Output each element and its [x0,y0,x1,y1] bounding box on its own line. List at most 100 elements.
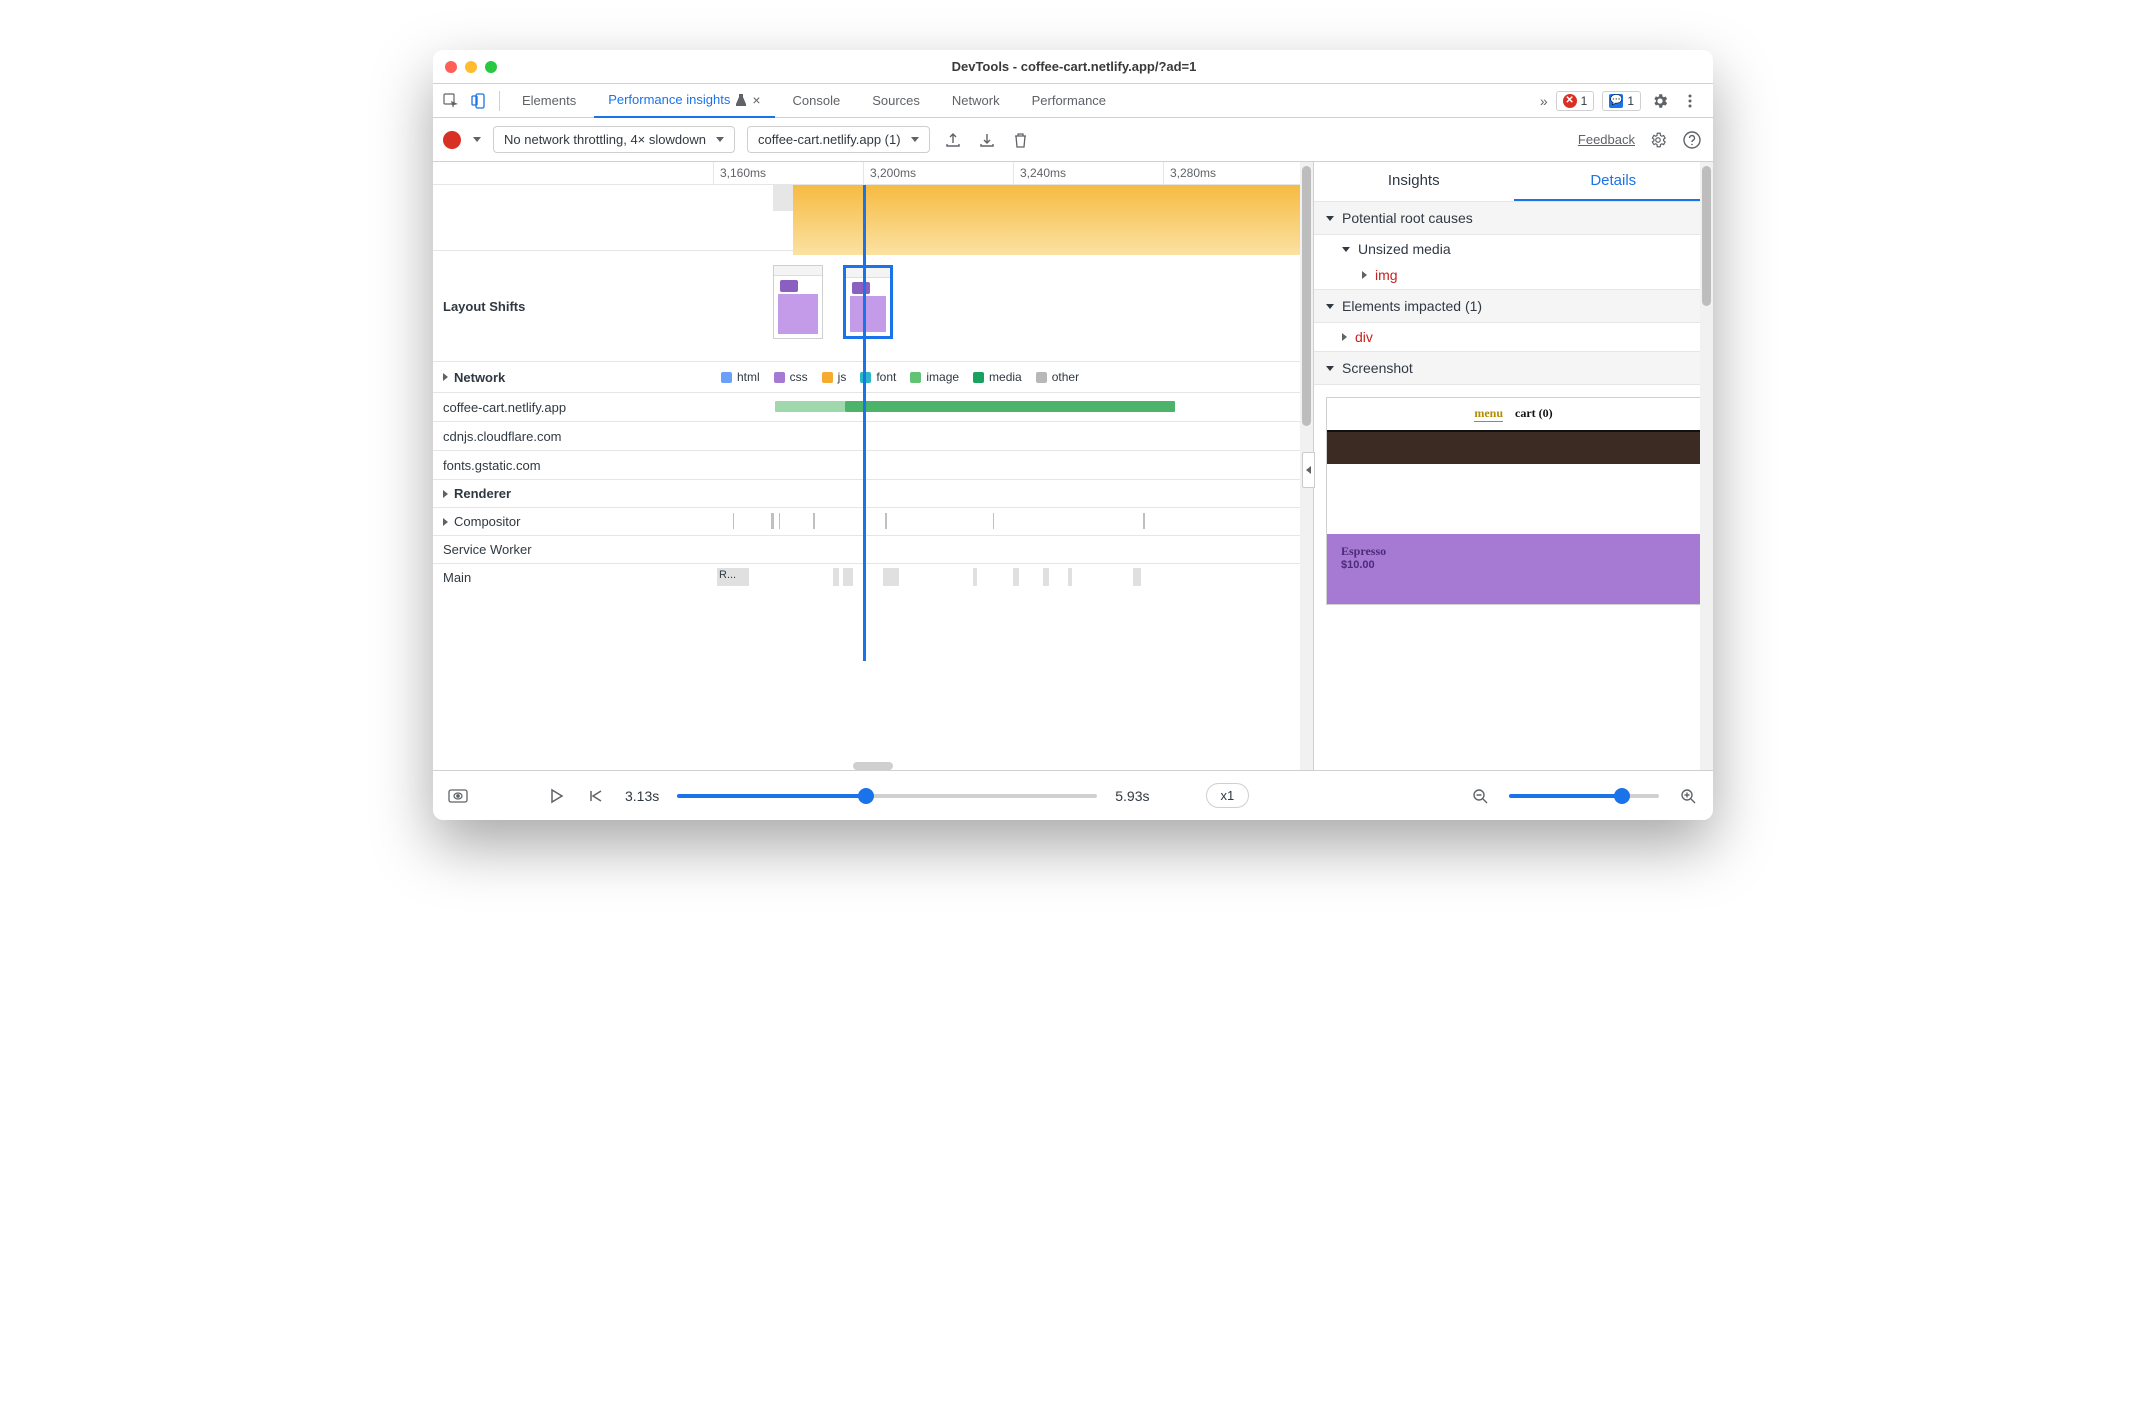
main-area: 3,160ms 3,200ms 3,240ms 3,280ms Layout S… [433,162,1713,770]
time-slider[interactable] [677,794,1097,798]
horizontal-scrollbar[interactable] [853,762,893,770]
track-service-worker[interactable]: Service Worker [433,536,713,563]
playback-bar: 3.13s 5.93s x1 [433,770,1713,820]
target-value: coffee-cart.netlify.app (1) [758,132,901,147]
toolbar-settings-icon[interactable] [1647,129,1669,151]
tab-label: Performance [1032,93,1106,108]
panel-tabs: Elements Performance insights × Console … [433,84,1713,118]
layout-shifts-track[interactable] [713,251,1313,361]
tab-label: Elements [522,93,576,108]
minimize-window-button[interactable] [465,61,477,73]
time-start: 3.13s [625,788,659,804]
tab-network[interactable]: Network [938,84,1014,118]
skip-start-button[interactable] [585,785,607,807]
layout-shift-thumb[interactable] [773,265,823,339]
devtools-window: DevTools - coffee-cart.netlify.app/?ad=1… [433,50,1713,820]
more-tabs-button[interactable]: » [1540,93,1548,109]
delete-icon[interactable] [1010,129,1032,151]
collapse-pane-button[interactable] [1302,452,1315,488]
traffic-lights [445,61,497,73]
feedback-link[interactable]: Feedback [1578,132,1635,147]
timeline-ruler: 3,160ms 3,200ms 3,240ms 3,280ms [433,162,1313,185]
section-screenshot[interactable]: Screenshot [1314,352,1713,385]
network-host[interactable]: fonts.gstatic.com [433,451,713,479]
legend-label: media [989,370,1022,384]
inspect-icon[interactable] [439,89,463,113]
track-label: Renderer [454,486,511,501]
legend-swatch [973,372,984,383]
zoom-out-icon[interactable] [1469,785,1491,807]
chevron-down-icon [1342,247,1350,252]
element-div[interactable]: div [1314,323,1713,351]
error-badge[interactable]: ✕1 [1556,91,1595,111]
element-img[interactable]: img [1314,263,1713,289]
message-count: 1 [1627,94,1634,108]
help-icon[interactable] [1681,129,1703,151]
tab-label: Console [793,93,841,108]
tab-performance[interactable]: Performance [1018,84,1120,118]
zoom-in-icon[interactable] [1677,785,1699,807]
tab-label: Performance insights [608,92,730,107]
time-end: 5.93s [1115,788,1149,804]
throttle-value: No network throttling, 4× slowdown [504,132,706,147]
record-button[interactable] [443,131,461,149]
tab-details[interactable]: Details [1514,162,1714,201]
error-icon: ✕ [1563,94,1577,108]
preview-toggle-icon[interactable] [447,785,469,807]
tab-performance-insights[interactable]: Performance insights × [594,84,774,118]
chevron-down-icon [1326,216,1334,221]
speed-pill[interactable]: x1 [1206,783,1250,808]
close-tab-icon[interactable]: × [752,92,760,108]
network-host[interactable]: coffee-cart.netlify.app [433,393,713,421]
track-network-header[interactable]: Network [433,362,713,392]
playhead[interactable] [863,185,866,661]
track-renderer-header[interactable]: Renderer [433,480,713,507]
network-host[interactable]: cdnjs.cloudflare.com [433,422,713,450]
play-button[interactable] [545,785,567,807]
target-select[interactable]: coffee-cart.netlify.app (1) [747,126,930,153]
item-unsized-media[interactable]: Unsized media [1314,235,1713,263]
element-tag: div [1355,329,1373,345]
timeline-tick: 3,160ms [713,162,863,184]
tab-insights[interactable]: Insights [1314,162,1514,201]
track-layout-shifts: Layout Shifts [433,251,713,361]
export-icon[interactable] [942,129,964,151]
disclosure-triangle-icon [443,518,448,526]
chevron-down-icon [911,137,919,142]
network-track[interactable] [713,393,1313,421]
disclosure-triangle-icon [443,373,448,381]
layout-shift-thumb-selected[interactable] [843,265,893,339]
insights-toolbar: No network throttling, 4× slowdown coffe… [433,118,1713,162]
settings-icon[interactable] [1649,90,1671,112]
compositor-track[interactable] [713,508,1313,534]
tab-sources[interactable]: Sources [858,84,934,118]
throttle-select[interactable]: No network throttling, 4× slowdown [493,126,735,153]
record-menu-dropdown[interactable] [473,137,481,142]
details-tabs: Insights Details [1314,162,1713,202]
main-track[interactable]: R... [713,564,1313,588]
message-badge[interactable]: 💬1 [1602,91,1641,111]
details-panel: Insights Details Potential root causes U… [1313,162,1713,770]
item-label: Unsized media [1358,241,1451,257]
section-root-causes[interactable]: Potential root causes [1314,202,1713,235]
legend-swatch [774,372,785,383]
device-toggle-icon[interactable] [467,89,491,113]
import-icon[interactable] [976,129,998,151]
track-compositor[interactable]: Compositor [433,508,713,535]
legend-swatch [822,372,833,383]
maximize-window-button[interactable] [485,61,497,73]
tab-elements[interactable]: Elements [508,84,590,118]
legend-label: image [926,370,959,384]
close-window-button[interactable] [445,61,457,73]
details-scrollbar[interactable] [1700,162,1713,770]
chevron-down-icon [1326,366,1334,371]
track-label: Network [454,370,505,385]
section-elements-impacted[interactable]: Elements impacted (1) [1314,290,1713,323]
zoom-slider[interactable] [1509,794,1659,798]
track-main[interactable]: Main [433,564,713,591]
tab-console[interactable]: Console [779,84,855,118]
timeline-tick: 3,240ms [1013,162,1163,184]
section-label: Screenshot [1342,360,1413,376]
flask-icon [736,94,746,106]
kebab-menu-icon[interactable] [1679,90,1701,112]
